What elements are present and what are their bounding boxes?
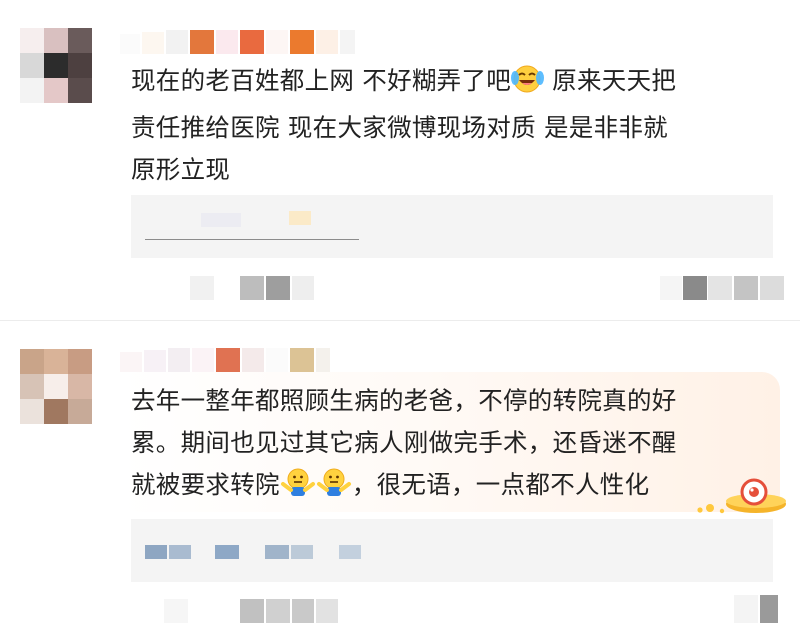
comment-footer-redacted [120, 595, 785, 625]
comment-text-segment: 现在的老百姓都上网 不好糊弄了吧 [131, 66, 512, 95]
reply-preview-box[interactable] [131, 519, 773, 582]
redacted-reply-content [169, 545, 191, 559]
shrug-emoji-icon [316, 466, 352, 511]
reply-preview-box[interactable] [131, 195, 773, 258]
comment-text-line: 累。期间也见过其它病人刚做完手术，还昏迷不醒 [131, 428, 677, 457]
username-redacted[interactable] [120, 348, 330, 372]
username-redacted[interactable] [120, 30, 355, 54]
comment-footer-redacted [120, 276, 785, 302]
redacted-reply-content [201, 213, 241, 227]
comment-text-segment: 就被要求转院 [131, 470, 280, 499]
avatar[interactable] [20, 28, 92, 103]
redacted-reply-content [289, 211, 311, 225]
avatar[interactable] [20, 349, 92, 424]
redacted-reply-content [265, 545, 289, 559]
reply-divider-line [145, 239, 359, 240]
bubble-decoration-icon [690, 470, 790, 520]
comment-text-line: 现在的老百姓都上网 不好糊弄了吧 原来天天把 [131, 60, 676, 107]
comment-text-line: 责任推给医院 现在大家微博现场对质 是是非非就 [131, 113, 668, 142]
comment-text-segment: 原来天天把 [544, 66, 677, 95]
laughing-crying-emoji-icon [511, 64, 545, 107]
redacted-reply-content [291, 545, 313, 559]
comment-text-line: 原形立现 [131, 155, 231, 184]
comment-text-segment: ，很无语，一点都不人性化 [351, 470, 650, 499]
redacted-reply-content [339, 545, 361, 559]
redacted-reply-content [145, 545, 167, 559]
comment-separator [0, 320, 800, 321]
comment-text-line: 就被要求转院 ，很无语，一点都不人性化 [131, 464, 677, 511]
redacted-reply-content [215, 545, 239, 559]
comment-text-line: 去年一整年都照顾生病的老爸，不停的转院真的好 [131, 386, 677, 415]
shrug-emoji-icon [280, 466, 316, 511]
